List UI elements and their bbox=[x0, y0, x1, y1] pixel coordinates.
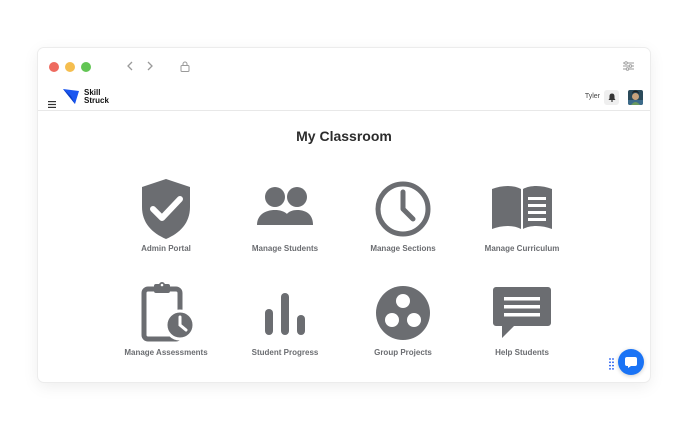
page-title: My Classroom bbox=[296, 128, 392, 144]
app-header: Skill Struck Tyler bbox=[38, 85, 650, 111]
bell-icon bbox=[608, 93, 615, 102]
back-button[interactable] bbox=[122, 57, 138, 75]
manage-students-tile[interactable]: Manage Students bbox=[230, 177, 340, 253]
tile-label: Group Projects bbox=[374, 348, 432, 357]
window-maximize-button[interactable] bbox=[81, 62, 91, 72]
notifications-button[interactable] bbox=[604, 90, 619, 105]
tile-label: Admin Portal bbox=[141, 244, 191, 253]
tile-label: Manage Sections bbox=[370, 244, 436, 253]
tile-label: Help Students bbox=[495, 348, 549, 357]
hamburger-icon bbox=[48, 101, 56, 108]
admin-portal-tile[interactable]: Admin Portal bbox=[111, 177, 221, 253]
shield-check-icon bbox=[142, 179, 190, 239]
window-minimize-button[interactable] bbox=[65, 62, 75, 72]
book-icon bbox=[492, 186, 552, 229]
browser-window: Skill Struck Tyler My Classroom Admin Po… bbox=[38, 48, 650, 382]
help-students-tile[interactable]: Help Students bbox=[467, 281, 577, 357]
tile-label: Manage Assessments bbox=[124, 348, 208, 357]
group-projects-tile[interactable]: Group Projects bbox=[348, 281, 458, 357]
logo-text: Skill Struck bbox=[84, 89, 109, 105]
sliders-icon bbox=[622, 61, 634, 71]
window-close-button[interactable] bbox=[49, 62, 59, 72]
clipboard-clock-icon bbox=[141, 282, 196, 342]
user-name[interactable]: Tyler bbox=[585, 93, 600, 100]
forward-button[interactable] bbox=[142, 57, 158, 75]
logo-line-2: Struck bbox=[84, 95, 109, 105]
browser-settings-button[interactable] bbox=[620, 57, 636, 75]
tile-label: Manage Students bbox=[251, 244, 319, 253]
drag-handle[interactable] bbox=[609, 355, 614, 374]
manage-sections-tile[interactable]: Manage Sections bbox=[348, 177, 458, 253]
browser-toolbar bbox=[38, 48, 650, 85]
bar-chart-icon bbox=[265, 293, 305, 335]
skillstruck-logo[interactable]: Skill Struck bbox=[63, 89, 109, 104]
manage-assessments-tile[interactable]: Manage Assessments bbox=[111, 281, 221, 357]
chat-support-button[interactable] bbox=[618, 349, 644, 375]
tile-label: Manage Curriculum bbox=[484, 244, 560, 253]
user-avatar-image bbox=[628, 90, 643, 105]
chat-bubble-icon bbox=[493, 287, 551, 338]
chevron-left-icon bbox=[127, 61, 133, 71]
chevron-right-icon bbox=[147, 61, 153, 71]
clock-icon bbox=[375, 181, 431, 237]
bolt-logo-icon bbox=[63, 89, 79, 104]
avatar[interactable] bbox=[628, 90, 643, 105]
grip-dots-icon bbox=[609, 358, 614, 370]
menu-button[interactable] bbox=[48, 93, 56, 112]
student-progress-tile[interactable]: Student Progress bbox=[230, 281, 340, 357]
lock-icon bbox=[180, 61, 190, 72]
group-circle-icon bbox=[376, 286, 430, 340]
chat-icon bbox=[625, 357, 637, 368]
people-icon bbox=[257, 187, 313, 225]
tile-label: Student Progress bbox=[251, 348, 319, 357]
secure-lock-indicator bbox=[177, 57, 193, 75]
manage-curriculum-tile[interactable]: Manage Curriculum bbox=[467, 177, 577, 253]
